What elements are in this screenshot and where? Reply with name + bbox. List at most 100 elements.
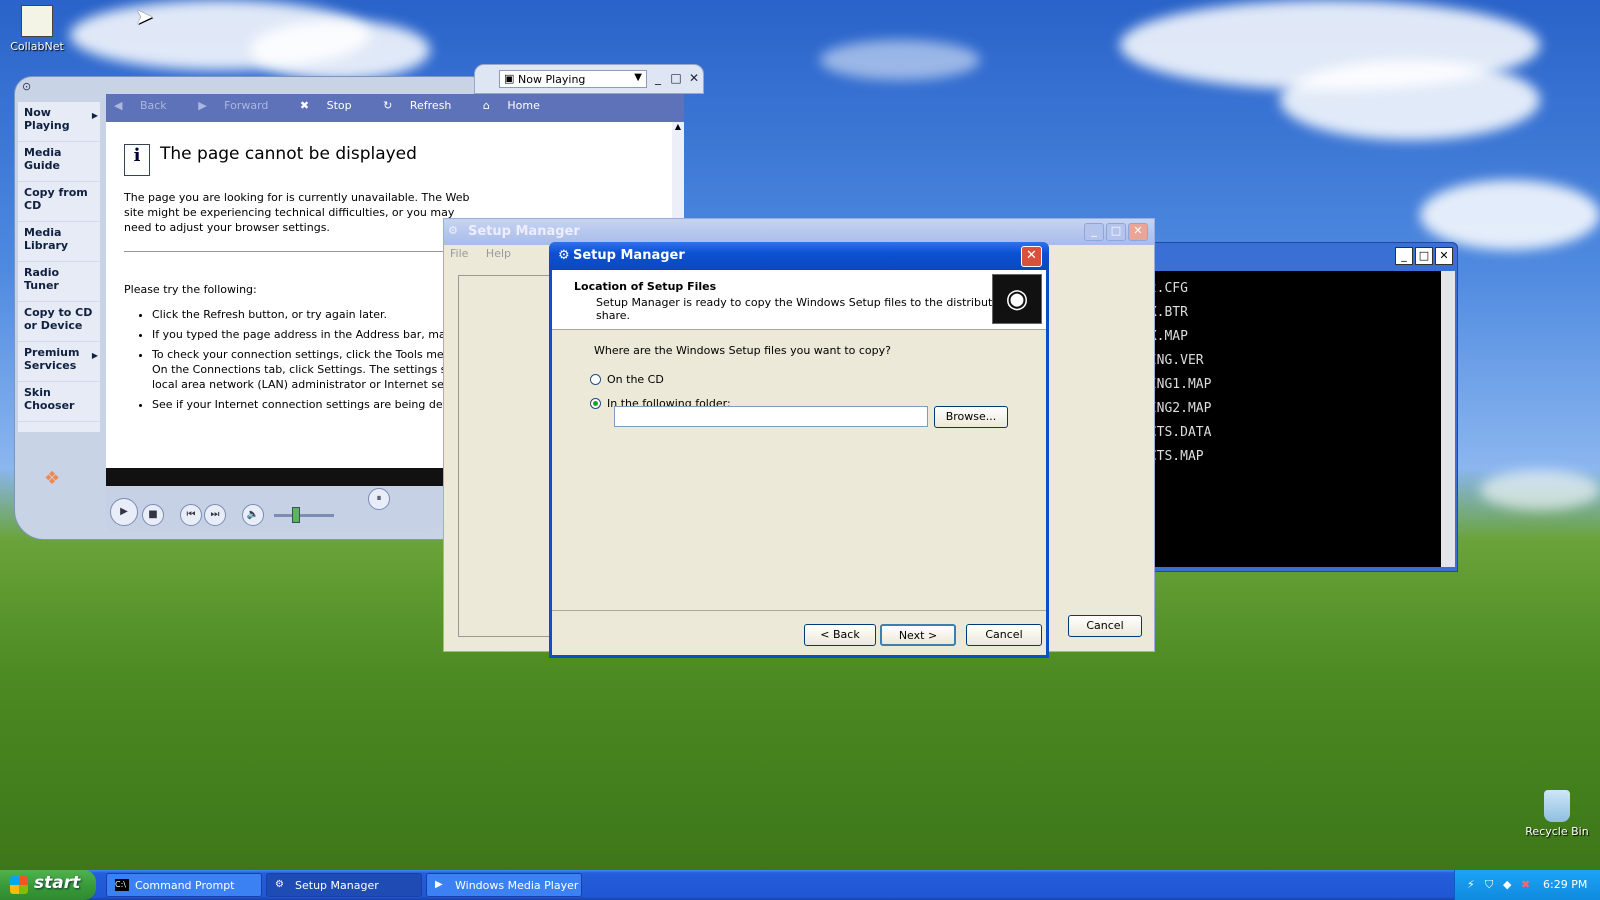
home-icon: ⌂ (482, 99, 494, 112)
back-button[interactable]: < Back (804, 624, 876, 646)
maximize-button[interactable]: □ (669, 71, 683, 85)
minimize-button[interactable]: _ (1395, 247, 1413, 265)
folder-path-input[interactable] (614, 406, 928, 427)
update-icon[interactable]: ◆ (1503, 878, 1517, 892)
chevron-right-icon: ▶ (91, 111, 98, 120)
stop-button[interactable]: ✖ Stop (300, 99, 366, 112)
chevron-right-icon: ▶ (91, 351, 98, 360)
back-label: Back (139, 99, 167, 112)
stop-playback-button[interactable]: ■ (142, 504, 164, 526)
page-intro: The page you are looking for is currentl… (124, 191, 470, 234)
task-premium-services[interactable]: Premium Services ▶ (18, 342, 100, 382)
now-playing-select[interactable]: ▣ Now Playing ▼ (499, 70, 647, 88)
task-now-playing[interactable]: Now Playing ▶ (18, 102, 100, 142)
start-button[interactable]: start (0, 870, 96, 900)
network-icon[interactable]: ⚡ (1467, 878, 1481, 892)
close-button[interactable]: ✕ (687, 71, 701, 85)
task-copy-from-cd[interactable]: Copy from CD (18, 182, 100, 222)
menu-file[interactable]: File (450, 247, 468, 260)
stop-label: Stop (326, 99, 352, 112)
alert-icon[interactable]: ✖ (1521, 878, 1535, 892)
system-tray: ⚡ ⛉ ◆ ✖ 6:29 PM (1454, 870, 1600, 900)
task-media-guide[interactable]: Media Guide (18, 142, 100, 182)
console-line: EX.BTR (1141, 305, 1188, 320)
wmp-task-pane: Now Playing ▶ Media Guide Copy from CD Me… (18, 102, 100, 432)
cancel-button[interactable]: Cancel (1068, 615, 1142, 637)
scroll-up-icon[interactable]: ▲ (672, 122, 684, 131)
previous-button[interactable]: ⏮ (180, 504, 202, 526)
task-media-library[interactable]: Media Library (18, 222, 100, 262)
task-radio-tuner[interactable]: Radio Tuner (18, 262, 100, 302)
now-playing-icon: ▣ (504, 72, 515, 85)
setup-manager-icon: ⚙ (558, 248, 570, 263)
radio-on-cd[interactable]: On the CD (590, 373, 1046, 387)
next-button[interactable]: Next > (880, 624, 956, 646)
task-copy-to-cd[interactable]: Copy to CD or Device (18, 302, 100, 342)
info-icon: i (124, 144, 150, 176)
taskbar-button-setup-manager[interactable]: ⚙ Setup Manager (266, 873, 422, 897)
radio-selected-icon (590, 398, 601, 409)
dialog-titlebar: ⚙ Setup Manager (549, 242, 1049, 270)
next-track-button[interactable]: ⏭ (204, 504, 226, 526)
close-button[interactable]: ✕ (1435, 247, 1453, 265)
cancel-button[interactable]: Cancel (966, 624, 1042, 646)
volume-slider[interactable] (274, 514, 334, 517)
shield-icon[interactable]: ⛉ (1485, 878, 1499, 892)
cd-icon: ◉ (992, 274, 1042, 324)
header-subtitle: Setup Manager is ready to copy the Windo… (596, 296, 1010, 322)
close-button[interactable]: ✕ (1021, 246, 1042, 267)
page-try: Please try the following: (124, 283, 257, 296)
play-button[interactable]: ▶ (110, 498, 138, 526)
taskbar-button-command-prompt[interactable]: C:\ Command Prompt (106, 873, 262, 897)
home-label: Home (507, 99, 540, 112)
console-scrollbar[interactable] (1441, 271, 1455, 567)
minimize-button[interactable]: _ (1084, 223, 1104, 241)
desktop-icon-collabnet[interactable]: CollabNet (0, 5, 74, 53)
browser-toolbar: ◀ Back ▶ Forward ✖ Stop ↻ Refresh ⌂ Home (106, 94, 684, 122)
forward-button[interactable]: ▶ Forward (198, 99, 282, 112)
close-button[interactable]: ✕ (1128, 223, 1148, 241)
desktop-icon-recycle-bin[interactable]: Recycle Bin (1520, 790, 1594, 838)
console-line: ECTS.DATA (1141, 425, 1212, 440)
seek-bar[interactable] (106, 468, 446, 486)
task-skin-chooser[interactable]: Skin Chooser (18, 382, 100, 422)
back-icon: ◀ (114, 99, 126, 112)
console-line: mt.CFG (1141, 281, 1188, 296)
taskbar-button-windows-media-player[interactable]: ▶ Windows Media Player (426, 873, 582, 897)
desktop-icon-label: CollabNet (10, 40, 64, 53)
console-output: mt.CFG EX.BTR EX.MAP PING.VER PING1.MAP … (1137, 271, 1441, 567)
task-label: Media Guide (24, 146, 62, 172)
back-button[interactable]: ◀ Back (114, 99, 181, 112)
maximize-button[interactable]: □ (1415, 247, 1433, 265)
radio-icon (590, 374, 601, 385)
page-title: The page cannot be displayed (160, 144, 417, 164)
home-button[interactable]: ⌂ Home (483, 99, 554, 112)
maximize-button[interactable]: □ (1106, 223, 1126, 241)
dialog-title: Setup Manager (573, 248, 685, 263)
console-line: PING.VER (1141, 353, 1204, 368)
wmp-menu-icon[interactable]: ⊙ (22, 80, 31, 93)
playback-controls: ▶ ■ ⏮ ⏭ 🔈 ⏸ (106, 486, 446, 532)
windows-flag-icon (10, 876, 28, 894)
forward-label: Forward (224, 99, 269, 112)
footer-divider (552, 610, 1046, 611)
console-line: PING1.MAP (1141, 377, 1212, 392)
tree-pane (458, 275, 558, 637)
minimize-button[interactable]: _ (651, 71, 665, 85)
task-label: Media Library (24, 226, 69, 252)
refresh-label: Refresh (409, 99, 452, 112)
task-label: Copy to CD or Device (24, 306, 93, 332)
question-label: Where are the Windows Setup files you wa… (594, 344, 891, 357)
browse-button[interactable]: Browse... (934, 406, 1008, 428)
wizard-header: Location of Setup Files Setup Manager is… (552, 270, 1046, 330)
mute-button[interactable]: 🔈 (242, 504, 264, 526)
refresh-button[interactable]: ↻ Refresh (383, 99, 465, 112)
menu-help[interactable]: Help (486, 247, 511, 260)
wmp-topbar: ▣ Now Playing ▼ _ □ ✕ (474, 64, 704, 94)
command-prompt-icon: C:\ (115, 879, 129, 891)
volume-slider-thumb[interactable] (292, 507, 300, 523)
console-line: EX.MAP (1141, 329, 1188, 344)
stop-icon: ✖ (299, 99, 313, 112)
task-label: Premium Services (24, 346, 80, 372)
shuffle-button[interactable]: ⏸ (368, 488, 390, 510)
